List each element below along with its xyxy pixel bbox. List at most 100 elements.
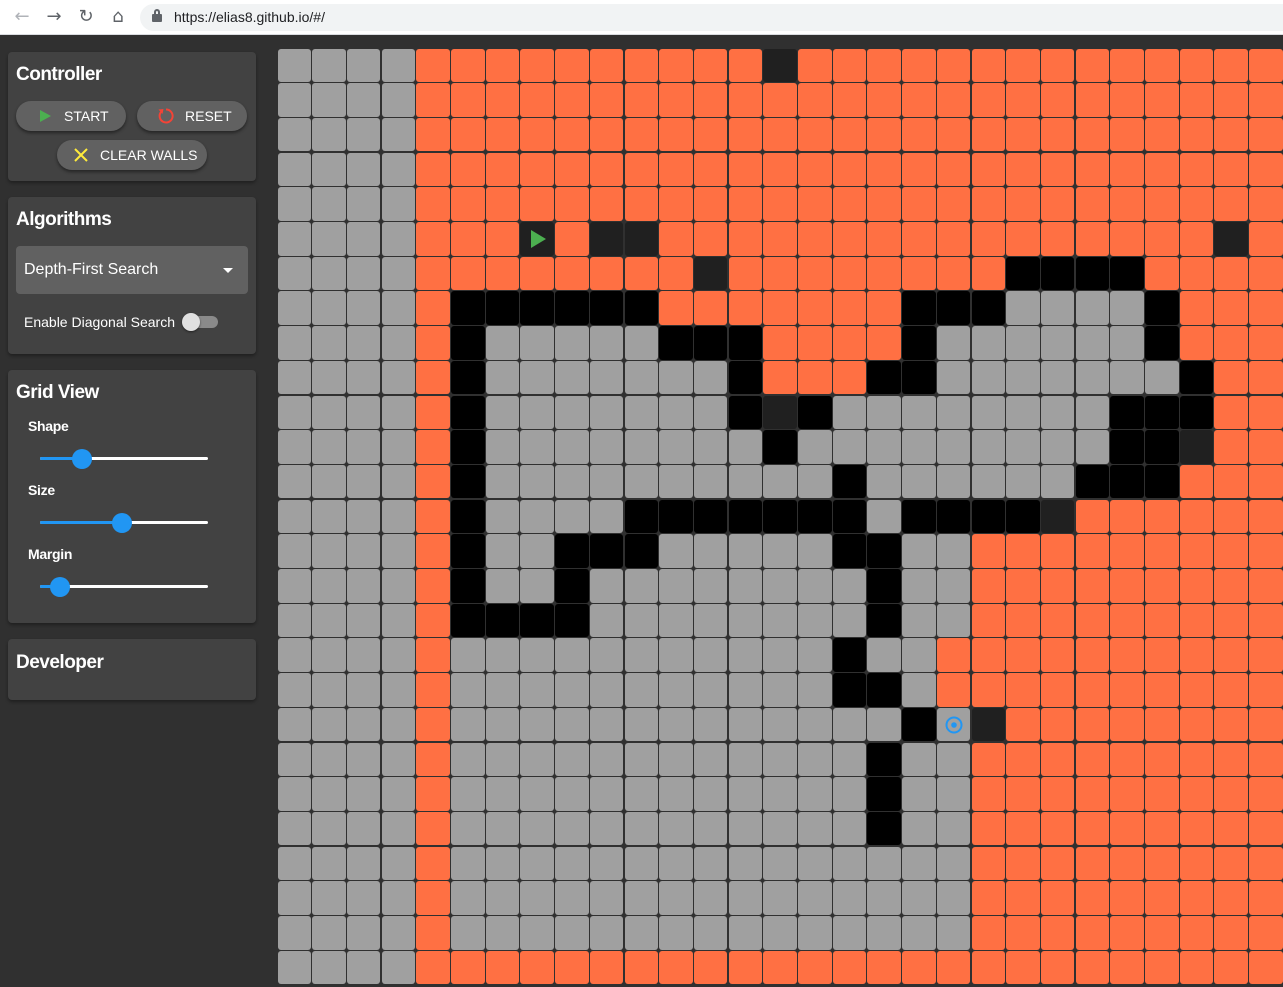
unvisited-cell[interactable] xyxy=(485,464,520,499)
visited-cell[interactable] xyxy=(798,83,832,117)
unvisited-cell[interactable] xyxy=(936,916,971,950)
unvisited-cell[interactable] xyxy=(277,464,311,499)
visited-cell[interactable] xyxy=(451,222,485,256)
visited-cell[interactable] xyxy=(1075,916,1110,950)
visited-cell[interactable] xyxy=(693,187,728,221)
unvisited-cell[interactable] xyxy=(451,638,485,672)
visited-cell[interactable] xyxy=(416,777,450,811)
visited-cell[interactable] xyxy=(416,916,450,950)
visited-cell[interactable] xyxy=(763,360,797,395)
wall-cell[interactable] xyxy=(520,603,554,638)
unvisited-cell[interactable] xyxy=(867,464,901,499)
wall-cell[interactable] xyxy=(1110,464,1144,499)
unvisited-cell[interactable] xyxy=(693,777,728,811)
unvisited-cell[interactable] xyxy=(381,534,416,568)
unvisited-cell[interactable] xyxy=(659,464,693,499)
visited-cell[interactable] xyxy=(1249,673,1283,707)
shape-slider[interactable] xyxy=(40,449,208,469)
visited-cell[interactable] xyxy=(798,117,832,152)
unvisited-cell[interactable] xyxy=(312,152,346,187)
visited-cell[interactable] xyxy=(798,291,832,325)
visited-cell[interactable] xyxy=(451,83,485,117)
unvisited-cell[interactable] xyxy=(312,395,346,429)
visited-cell[interactable] xyxy=(902,222,936,256)
unvisited-cell[interactable] xyxy=(693,846,728,881)
algorithm-select[interactable]: Depth-First Search xyxy=(16,246,248,294)
wall-cell[interactable] xyxy=(451,499,485,534)
visited-cell[interactable] xyxy=(832,950,867,984)
visited-cell[interactable] xyxy=(1249,430,1283,464)
unvisited-cell[interactable] xyxy=(936,777,971,811)
unvisited-cell[interactable] xyxy=(346,846,381,881)
wall-cell[interactable] xyxy=(902,360,936,395)
visited-cell[interactable] xyxy=(867,326,901,360)
visited-cell[interactable] xyxy=(659,83,693,117)
unvisited-cell[interactable] xyxy=(520,777,554,811)
wall-cell[interactable] xyxy=(832,638,867,672)
unvisited-cell[interactable] xyxy=(693,707,728,742)
visited-cell[interactable] xyxy=(1110,534,1144,568)
visited-cell[interactable] xyxy=(416,950,450,984)
visited-cell[interactable] xyxy=(1145,638,1179,672)
wall-cell[interactable] xyxy=(1075,464,1110,499)
visited-cell[interactable] xyxy=(1006,950,1040,984)
visited-cell[interactable] xyxy=(936,117,971,152)
visited-cell[interactable] xyxy=(416,846,450,881)
visited-cell[interactable] xyxy=(1145,846,1179,881)
visited-cell[interactable] xyxy=(971,534,1005,568)
unvisited-cell[interactable] xyxy=(867,881,901,915)
unvisited-cell[interactable] xyxy=(1075,395,1110,429)
visited-cell[interactable] xyxy=(1214,777,1248,811)
visited-cell[interactable] xyxy=(971,83,1005,117)
visited-cell[interactable] xyxy=(1040,916,1075,950)
unvisited-cell[interactable] xyxy=(659,742,693,776)
unvisited-cell[interactable] xyxy=(555,360,589,395)
visited-cell[interactable] xyxy=(1040,846,1075,881)
unvisited-cell[interactable] xyxy=(381,83,416,117)
unvisited-cell[interactable] xyxy=(277,638,311,672)
visited-cell[interactable] xyxy=(1006,707,1040,742)
visited-cell[interactable] xyxy=(451,187,485,221)
unvisited-cell[interactable] xyxy=(728,603,763,638)
unvisited-cell[interactable] xyxy=(624,777,658,811)
unvisited-cell[interactable] xyxy=(485,638,520,672)
target-node-icon[interactable] xyxy=(945,716,963,734)
unvisited-cell[interactable] xyxy=(346,638,381,672)
visited-cell[interactable] xyxy=(1040,48,1075,82)
unvisited-cell[interactable] xyxy=(798,881,832,915)
unvisited-cell[interactable] xyxy=(1075,430,1110,464)
visited-cell[interactable] xyxy=(1179,291,1214,325)
unvisited-cell[interactable] xyxy=(1075,326,1110,360)
visited-cell[interactable] xyxy=(728,117,763,152)
unvisited-cell[interactable] xyxy=(659,811,693,846)
unvisited-cell[interactable] xyxy=(832,777,867,811)
visited-cell[interactable] xyxy=(1040,881,1075,915)
unvisited-cell[interactable] xyxy=(381,48,416,82)
visited-cell[interactable] xyxy=(971,881,1005,915)
visited-cell[interactable] xyxy=(1006,846,1040,881)
visited-cell[interactable] xyxy=(728,222,763,256)
wall-cell[interactable] xyxy=(1110,395,1144,429)
unvisited-cell[interactable] xyxy=(520,360,554,395)
visited-cell[interactable] xyxy=(624,117,658,152)
unvisited-cell[interactable] xyxy=(902,638,936,672)
wall-cell[interactable] xyxy=(1110,430,1144,464)
unvisited-cell[interactable] xyxy=(624,707,658,742)
unvisited-cell[interactable] xyxy=(728,534,763,568)
visited-cell[interactable] xyxy=(659,48,693,82)
visited-cell[interactable] xyxy=(971,222,1005,256)
unvisited-cell[interactable] xyxy=(312,811,346,846)
wall-cell[interactable] xyxy=(451,326,485,360)
visited-cell[interactable] xyxy=(1179,499,1214,534)
visited-cell[interactable] xyxy=(1145,603,1179,638)
visited-cell[interactable] xyxy=(832,326,867,360)
visited-cell[interactable] xyxy=(1249,464,1283,499)
unvisited-cell[interactable] xyxy=(693,811,728,846)
unvisited-cell[interactable] xyxy=(659,916,693,950)
unvisited-cell[interactable] xyxy=(832,916,867,950)
unvisited-cell[interactable] xyxy=(763,707,797,742)
visited-cell[interactable] xyxy=(416,83,450,117)
visited-cell[interactable] xyxy=(867,950,901,984)
visited-cell[interactable] xyxy=(1249,395,1283,429)
visited-cell[interactable] xyxy=(1249,846,1283,881)
